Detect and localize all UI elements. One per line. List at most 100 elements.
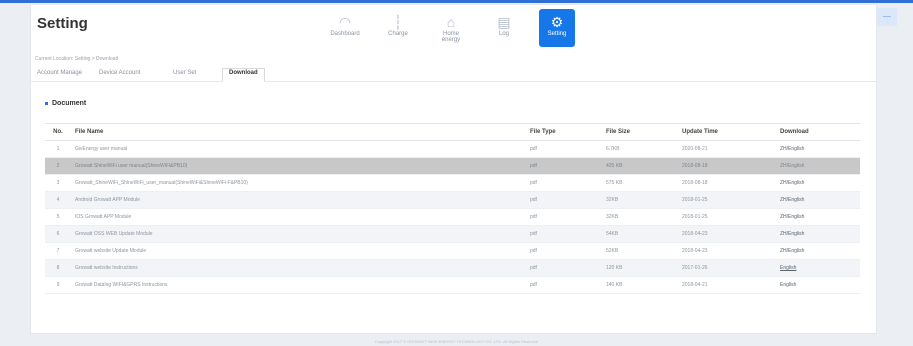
table-row[interactable]: 3 Growatt_ShineWiFi_ShineWiFi_user_manual… xyxy=(45,174,860,192)
nav-item-setting[interactable]: ⚙ Setting xyxy=(539,9,575,47)
update-time: 2018-04-21 xyxy=(678,276,776,294)
nav-item-home-energy[interactable]: ⌂ Home energy xyxy=(433,9,469,47)
update-time: 2017-01-26 xyxy=(678,259,776,277)
nav-item-label: Charge xyxy=(388,31,408,37)
file-name: Growatt_ShineWiFi_ShineWiFi_user_manual(… xyxy=(71,174,526,192)
download-link[interactable]: ZH/English xyxy=(776,208,860,226)
table-header-row: No. File Name File Type File Size Update… xyxy=(45,123,860,141)
file-name: Growatt ShineWiFi user manual(ShineWiFi&… xyxy=(71,157,526,175)
col-file-type: File Type xyxy=(526,123,602,141)
row-number: 3 xyxy=(45,174,71,192)
table-row[interactable]: 6 Growatt OSS WEB Update Module pdf 54KB 201… xyxy=(45,225,860,243)
bar-chart-icon: ┆ xyxy=(393,14,403,30)
breadcrumb: Current Location: Setting > Download xyxy=(35,56,119,62)
update-time: 2018-04-23 xyxy=(678,242,776,260)
file-name: Growatt website Instructions xyxy=(71,259,526,277)
row-number: 9 xyxy=(45,276,71,294)
download-link[interactable]: English xyxy=(776,259,860,277)
bullet-icon xyxy=(45,101,48,105)
top-nav: ◠ Dashboard ┆ Charge ⌂ Home energy ▤ Log ⚙ Settin… xyxy=(327,9,586,47)
section-header: Document xyxy=(45,100,86,107)
file-size: 54KB xyxy=(602,225,678,243)
row-number: 4 xyxy=(45,191,71,209)
table-row[interactable]: 2 Growatt ShineWiFi user manual(ShineWiFi… xyxy=(45,157,860,175)
update-time: 2018-01-25 xyxy=(678,208,776,226)
table-row[interactable]: 5 IOS Growatt APP Module pdf 32KB 2018-01-25… xyxy=(45,208,860,226)
col-no: No. xyxy=(45,123,71,141)
file-name: Android Growatt APP Module xyxy=(71,191,526,209)
document-table: No. File Name File Type File Size Update… xyxy=(45,123,860,294)
tab-account-manage[interactable]: Account Manage xyxy=(37,70,82,76)
col-file-name: File Name xyxy=(71,123,526,141)
gear-icon: ⚙ xyxy=(550,14,564,30)
row-number: 1 xyxy=(45,140,71,158)
download-link[interactable]: ZH/English xyxy=(776,174,860,192)
file-type: pdf xyxy=(526,157,602,175)
file-name: Growatt website Update Module xyxy=(71,242,526,260)
nav-item-log[interactable]: ▤ Log xyxy=(486,9,522,47)
download-link[interactable]: ZH/English xyxy=(776,225,860,243)
row-number: 6 xyxy=(45,225,71,243)
tab-device-account[interactable]: Device Account xyxy=(99,70,140,76)
update-time: 2018-04-23 xyxy=(678,225,776,243)
file-size: 425 KB xyxy=(602,157,678,175)
file-name: GivEnergy user manual xyxy=(71,140,526,158)
file-type: pdf xyxy=(526,259,602,277)
col-download: Download xyxy=(776,123,860,141)
file-size: 52KB xyxy=(602,242,678,260)
nav-item-label: Dashboard xyxy=(330,31,360,37)
file-size: 32KB xyxy=(602,191,678,209)
nav-item-label: Log xyxy=(498,31,509,37)
table-row[interactable]: 4 Android Growatt APP Module pdf 32KB 2018-0… xyxy=(45,191,860,209)
download-link[interactable]: ZH/English xyxy=(776,191,860,209)
log-icon: ▤ xyxy=(497,14,511,30)
row-number: 2 xyxy=(45,157,71,175)
row-number: 7 xyxy=(45,242,71,260)
col-update-time: Update Time xyxy=(678,123,776,141)
file-size: 120 KB xyxy=(602,259,678,277)
row-number: 8 xyxy=(45,259,71,277)
table-row[interactable]: 1 GivEnergy user manual pdf 6.7KB 2020-08-21… xyxy=(45,140,860,158)
file-size: 6.7KB xyxy=(602,140,678,158)
footer-copyright: Copyright 2017 © GROWATT NEW ENERGY TECH… xyxy=(374,339,539,344)
file-size: 575 KB xyxy=(602,174,678,192)
nav-item-dashboard[interactable]: ◠ Dashboard xyxy=(327,9,363,47)
nav-item-label: Home energy xyxy=(441,31,461,43)
top-accent-line xyxy=(0,0,913,3)
file-type: pdf xyxy=(526,225,602,243)
window-control-button[interactable] xyxy=(877,8,897,26)
download-link[interactable]: ZH/English xyxy=(776,140,860,158)
table-row[interactable]: 7 Growatt website Update Module pdf 52KB 201… xyxy=(45,242,860,260)
gauge-icon: ◠ xyxy=(338,14,352,30)
section-title: Document xyxy=(52,100,87,107)
home-icon: ⌂ xyxy=(446,14,456,30)
file-name: Growatt Datalog WIFI&GPRS Instructions xyxy=(71,276,526,294)
update-time: 2018-08-18 xyxy=(678,174,776,192)
update-time: 2018-01-25 xyxy=(678,191,776,209)
file-type: pdf xyxy=(526,191,602,209)
file-size: 32KB xyxy=(602,208,678,226)
file-type: pdf xyxy=(526,208,602,226)
minimize-icon xyxy=(883,16,891,17)
tab-download[interactable]: Download xyxy=(222,68,265,82)
file-type: pdf xyxy=(526,242,602,260)
update-time: 2020-08-21 xyxy=(678,140,776,158)
tab-bar: Account Manage Device Account User Set D… xyxy=(31,68,876,82)
download-link[interactable]: English xyxy=(776,276,860,294)
table-row[interactable]: 8 Growatt website Instructions pdf 120 KB 20… xyxy=(45,259,860,277)
download-link[interactable]: ZH/English xyxy=(776,157,860,175)
nav-item-charge[interactable]: ┆ Charge xyxy=(380,9,416,47)
update-time: 2018-08-18 xyxy=(678,157,776,175)
table-row[interactable]: 9 Growatt Datalog WIFI&GPRS Instructions p… xyxy=(45,276,860,294)
download-link[interactable]: ZH/English xyxy=(776,242,860,260)
file-size: 140 KB xyxy=(602,276,678,294)
page-title: Setting xyxy=(37,15,88,32)
settings-panel: Setting ◠ Dashboard ┆ Charge ⌂ Home energy ▤ Lo… xyxy=(30,4,877,334)
row-number: 5 xyxy=(45,208,71,226)
file-name: IOS Growatt APP Module xyxy=(71,208,526,226)
file-name: Growatt OSS WEB Update Module xyxy=(71,225,526,243)
col-file-size: File Size xyxy=(602,123,678,141)
file-type: pdf xyxy=(526,140,602,158)
file-type: pdf xyxy=(526,174,602,192)
tab-user-set[interactable]: User Set xyxy=(173,70,196,76)
